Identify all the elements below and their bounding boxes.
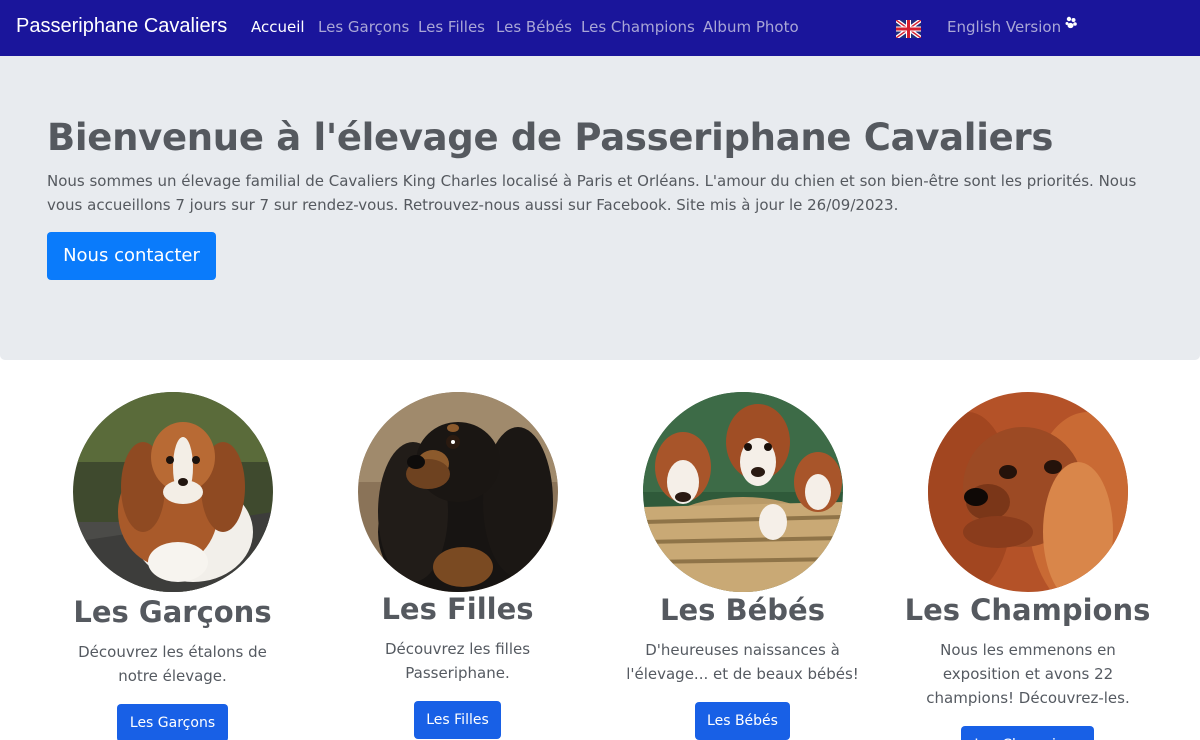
card-filles: Les Filles Découvrez les filles Passerip…: [315, 390, 600, 740]
brand-link[interactable]: Passeriphane Cavaliers: [16, 15, 227, 38]
contact-button[interactable]: Nous contacter: [47, 232, 216, 280]
filles-button[interactable]: Les Filles: [414, 701, 501, 739]
nav-link-filles[interactable]: Les Filles: [418, 18, 485, 36]
card-text-bebes: D'heureuses naissances à l'élevage... et…: [626, 641, 859, 683]
card-title-garcons: Les Garçons: [73, 595, 272, 629]
nav-link-accueil[interactable]: Accueil: [251, 18, 305, 36]
card-title-champions: Les Champions: [904, 593, 1151, 627]
english-version-link[interactable]: English Version: [947, 18, 1061, 36]
page-title: Bienvenue à l'élevage de Passeriphane Ca…: [47, 116, 1054, 159]
champions-dog-photo: [928, 392, 1128, 592]
nav-link-garcons[interactable]: Les Garçons: [318, 18, 409, 36]
filles-dog-photo: [358, 392, 558, 592]
uk-flag-icon[interactable]: [896, 20, 921, 38]
champions-button[interactable]: Les Champions: [961, 726, 1094, 740]
card-title-bebes: Les Bébés: [660, 593, 825, 627]
garcons-button[interactable]: Les Garçons: [117, 704, 228, 740]
navbar: Passeriphane Cavaliers Accueil Les Garço…: [0, 0, 1200, 56]
card-garcons: Les Garçons Découvrez les étalons de not…: [30, 390, 315, 740]
card-text-filles: Découvrez les filles Passeriphane.: [384, 640, 531, 682]
bebes-puppies-photo: [643, 392, 843, 592]
bebes-button[interactable]: Les Bébés: [695, 702, 790, 740]
card-title-filles: Les Filles: [381, 592, 534, 626]
paw-icon: [1065, 16, 1077, 29]
card-champions: Les Champions Nous les emmenons en expos…: [885, 390, 1170, 740]
nav-link-champions[interactable]: Les Champions: [581, 18, 695, 36]
nav-link-album-photo[interactable]: Album Photo: [703, 18, 799, 36]
welcome-text: Nous sommes un élevage familial de Caval…: [47, 172, 1137, 214]
nav-link-bebes[interactable]: Les Bébés: [496, 18, 572, 36]
welcome-jumbotron: Bienvenue à l'élevage de Passeriphane Ca…: [0, 56, 1200, 360]
garcons-dog-photo: [73, 392, 273, 592]
card-bebes: Les Bébés D'heureuses naissances à l'éle…: [600, 390, 885, 740]
card-text-champions: Nous les emmenons en exposition et avons…: [926, 641, 1130, 707]
card-text-garcons: Découvrez les étalons de notre élevage.: [78, 643, 267, 685]
